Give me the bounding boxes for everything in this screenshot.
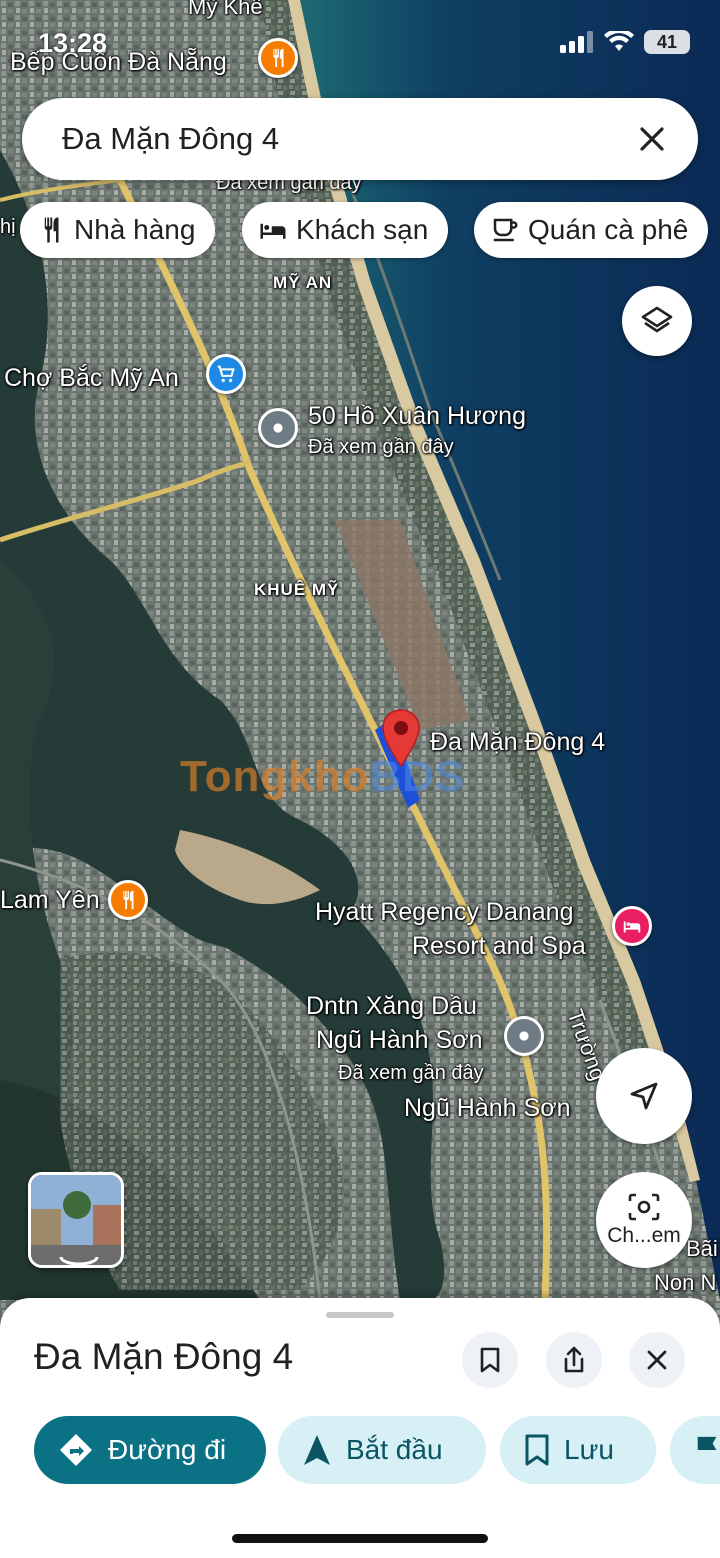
restaurant-poi-icon[interactable] (108, 880, 148, 920)
district-label-khue-my: KHUÊ MỸ (254, 580, 340, 599)
district-label-my-an: MỸ AN (273, 273, 333, 292)
search-input[interactable]: Đa Mặn Đông 4 (62, 121, 632, 157)
street-view-image (31, 1175, 121, 1265)
shopping-cart-poi-icon[interactable] (206, 354, 246, 394)
map-label-xang-dau-line1[interactable]: Dntn Xăng Dầu (306, 992, 477, 1021)
map-label-hyatt-line2[interactable]: Resort and Spa (412, 932, 586, 961)
share-button[interactable] (546, 1332, 602, 1388)
map-label-ho-xuan-huong[interactable]: 50 Hồ Xuân Hương (308, 402, 526, 431)
map-label-lam-yen[interactable]: Lam Yên (0, 886, 100, 915)
restaurant-poi-icon[interactable] (258, 38, 298, 78)
lens-search-button[interactable]: Ch...em (596, 1172, 692, 1268)
map-label-xang-dau-line2[interactable]: Ngũ Hành Sơn (316, 1026, 483, 1055)
place-poi-icon[interactable] (258, 408, 298, 448)
status-time: 13:28 (38, 28, 108, 58)
map-label-non-n: Non N (654, 1270, 717, 1295)
status-icons: 41 (560, 30, 690, 54)
battery-indicator: 41 (644, 30, 690, 54)
start-label: Bắt đầu (346, 1434, 443, 1465)
map-sublabel-seen-recent-2: Đã xem gần đây (338, 1062, 484, 1084)
lens-label: Ch...em (607, 1224, 681, 1247)
place-title: Đa Mặn Đông 4 (34, 1336, 294, 1377)
navigation-arrow-icon (304, 1435, 330, 1465)
gas-station-poi-icon[interactable] (504, 1016, 544, 1056)
map-label-cho-bac-my-an[interactable]: Chợ Bắc Mỹ An (4, 364, 179, 393)
directions-button[interactable]: Đường đi (34, 1416, 266, 1484)
directions-icon (60, 1434, 92, 1466)
clear-search-button[interactable] (632, 119, 672, 159)
signal-icon (560, 31, 593, 53)
navigation-arrow-icon (630, 1082, 658, 1110)
chip-coffee[interactable]: Quán cà phê (474, 202, 709, 258)
flag-icon (697, 1436, 717, 1464)
bookmark-icon (525, 1434, 549, 1466)
close-sheet-button[interactable] (629, 1332, 685, 1388)
search-bar[interactable]: Đa Mặn Đông 4 (22, 98, 698, 180)
map-sublabel-seen-recent: Đã xem gần đây (308, 436, 454, 458)
home-indicator (232, 1534, 488, 1543)
watermark: TongkhoBDS (180, 752, 465, 802)
sheet-drag-handle[interactable] (326, 1312, 394, 1318)
chip-restaurants[interactable]: Nhà hàng (20, 202, 216, 258)
close-icon (640, 127, 664, 151)
save-label: Lưu (564, 1434, 614, 1465)
map-label-my-khe: Mỹ Khê (188, 0, 263, 19)
chip-coffee-label: Quán cà phê (528, 214, 689, 245)
chip-hotels-label: Khách sạn (296, 214, 429, 245)
map-label-hyatt-line1[interactable]: Hyatt Regency Danang (315, 898, 573, 927)
map-label-bai: Bãi (686, 1236, 718, 1261)
share-icon (564, 1346, 584, 1373)
bookmark-icon (480, 1347, 500, 1373)
wifi-icon (604, 31, 634, 51)
restaurant-icon (44, 217, 59, 243)
watermark-part1: Tongkho (180, 752, 370, 801)
layers-icon (641, 306, 673, 333)
chip-hotels[interactable]: Khách sạn (242, 202, 449, 258)
watermark-part2: BDS (369, 752, 466, 801)
more-actions-button[interactable] (670, 1416, 720, 1484)
close-icon (647, 1350, 667, 1370)
hotel-poi-icon[interactable] (612, 906, 652, 946)
start-button[interactable]: Bắt đầu (278, 1416, 486, 1484)
map-label-ngu-hanh-son: Ngũ Hành Sơn (404, 1094, 571, 1122)
place-bottom-sheet[interactable]: Đa Mặn Đông 4 Đường đi Bắt đầu Lưu (0, 1298, 720, 1558)
chip-restaurants-label: Nhà hàng (74, 214, 196, 245)
coffee-icon (493, 218, 518, 242)
my-location-button[interactable] (596, 1048, 692, 1144)
save-button[interactable]: Lưu (500, 1416, 656, 1484)
layers-button[interactable] (622, 286, 692, 356)
camera-lens-icon (628, 1193, 660, 1221)
hotel-icon (260, 223, 286, 239)
save-place-button[interactable] (462, 1332, 518, 1388)
street-view-thumbnail[interactable] (28, 1172, 124, 1268)
category-chips: Nhà hàng Khách sạn Quán cà phê (0, 202, 720, 258)
directions-label: Đường đi (108, 1434, 227, 1465)
